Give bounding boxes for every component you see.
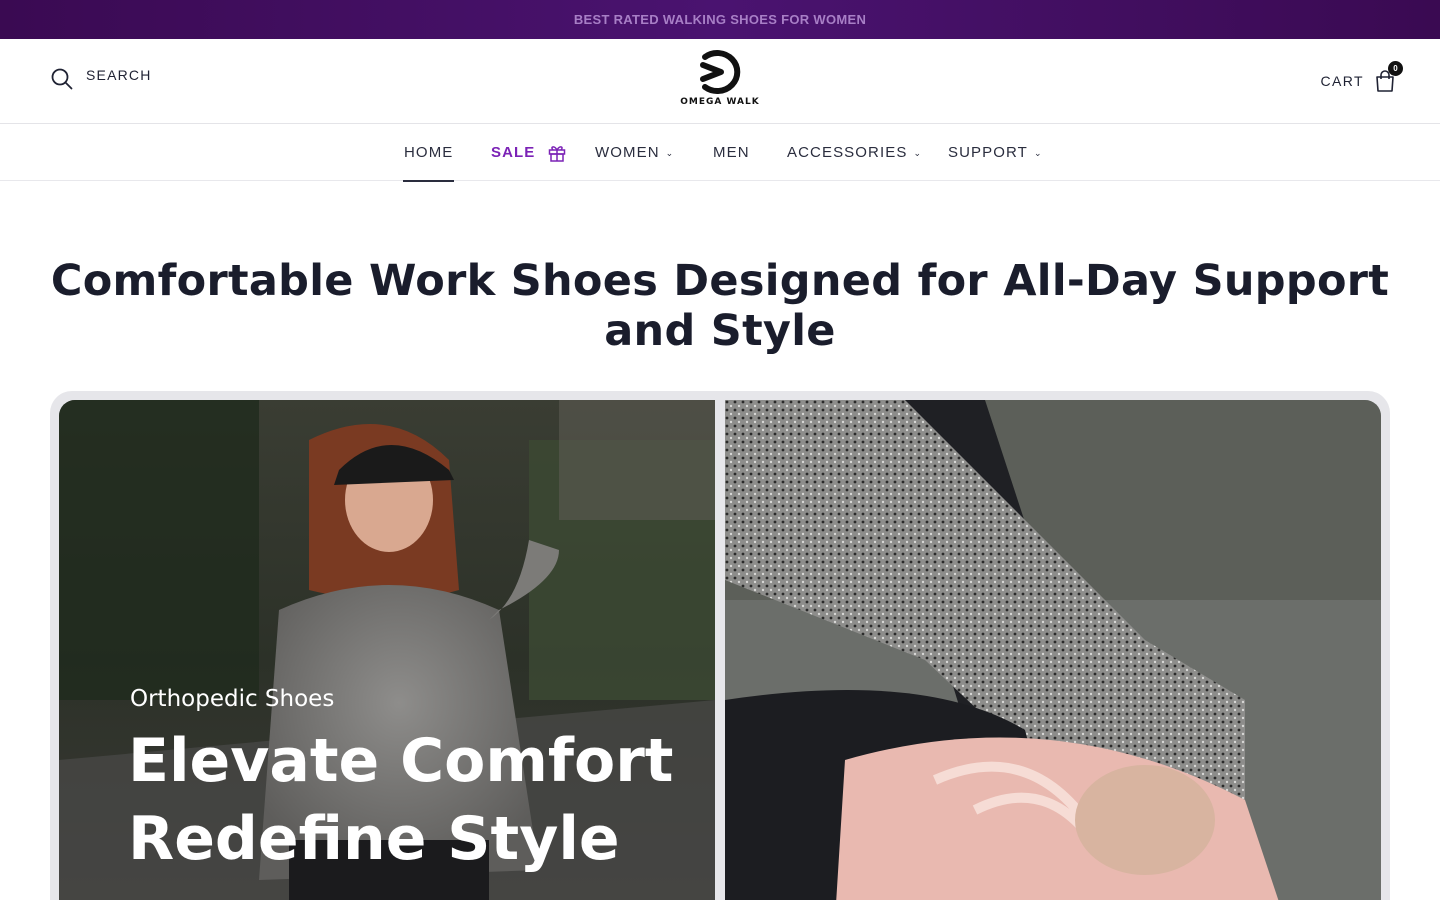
hero-headline-line: Redefine Style [128,804,620,874]
chevron-down-icon: ⌄ [913,148,923,158]
site-logo[interactable]: OMEGA WALK [680,49,760,115]
chevron-down-icon: ⌄ [1033,148,1043,158]
search-button[interactable]: SEARCH [50,67,152,91]
nav-item-label: SUPPORT [948,144,1028,161]
cart-button[interactable]: CART 0 [1320,61,1403,93]
hero-headline: Elevate Comfort Redefine Style [128,722,688,878]
omega-walk-logo-icon [700,50,741,94]
nav-item-label: HOME [404,144,454,161]
nav-item-home[interactable]: HOME [402,124,455,182]
chevron-down-icon: ⌄ [665,148,675,158]
hero-kicker: Orthopedic Shoes [130,686,335,712]
hero-image-tying-shoes[interactable] [725,400,1381,900]
site-header: SEARCH OMEGA WALK CART 0 [0,39,1440,124]
nav-item-sale[interactable]: SALE [491,124,567,181]
nav-item-support[interactable]: SUPPORT ⌄ [948,124,1043,181]
search-icon [51,68,73,90]
nav-item-label: ACCESSORIES [787,144,908,161]
nav-item-label: SALE [491,144,536,161]
nav-item-label: WOMEN [595,144,660,161]
nav-item-men[interactable]: MEN [713,124,750,181]
cart-label: CART [1320,73,1364,89]
hero-headline-line: Elevate Comfort [128,726,674,796]
announcement-bar: BEST RATED WALKING SHOES FOR WOMEN [0,0,1440,39]
shopping-bag-icon: 0 [1374,61,1403,93]
cart-count-badge: 0 [1388,61,1403,76]
announcement-text: BEST RATED WALKING SHOES FOR WOMEN [573,12,867,27]
logo-wordmark: OMEGA WALK [680,97,760,107]
gift-icon [549,145,566,162]
search-label: SEARCH [86,67,152,83]
page-title: Comfortable Work Shoes Designed for All-… [50,256,1390,356]
main-navigation: HOME SALE WOMEN ⌄ MEN ACCESSORIES ⌄ SUPP… [0,124,1440,182]
nav-item-accessories[interactable]: ACCESSORIES ⌄ [787,124,922,181]
nav-item-women[interactable]: WOMEN ⌄ [595,124,674,181]
nav-item-label: MEN [713,144,750,161]
